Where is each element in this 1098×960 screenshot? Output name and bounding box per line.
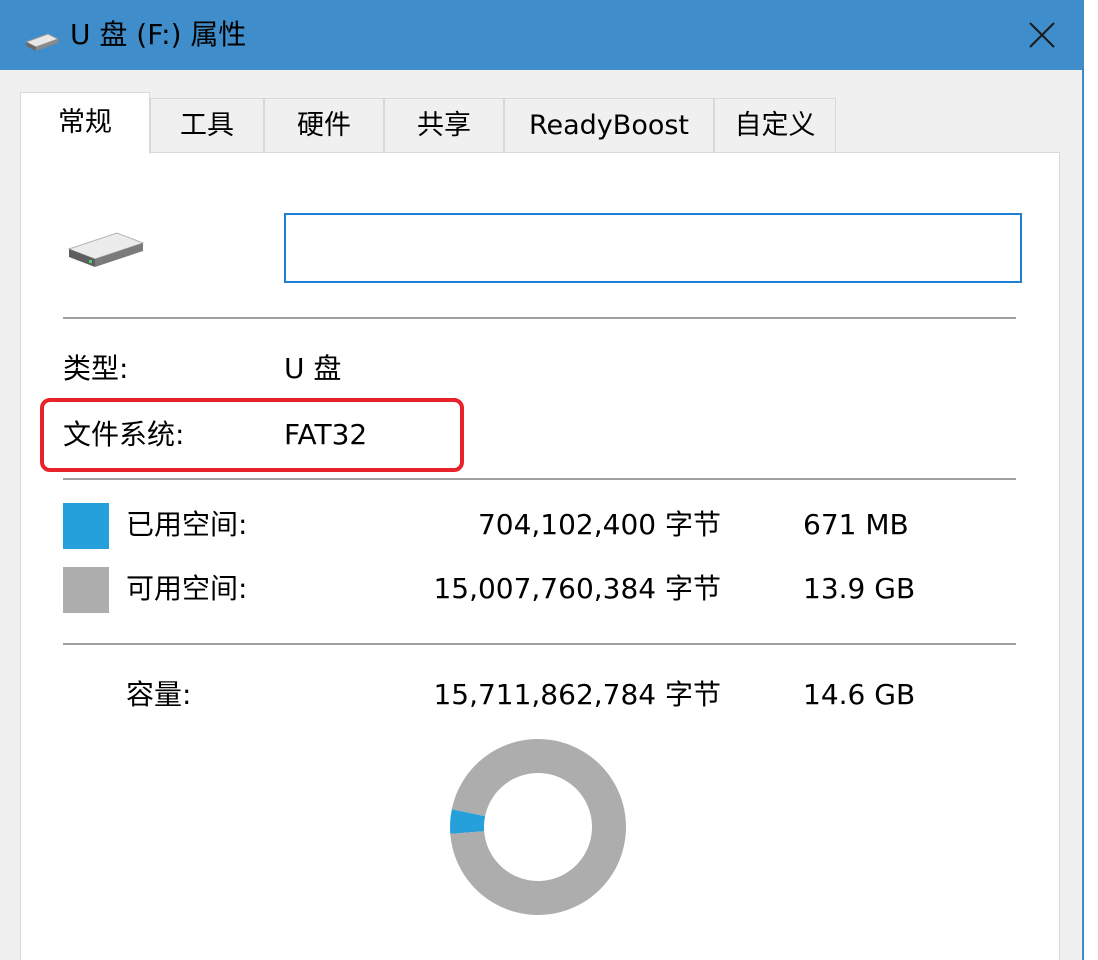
volume-name-input[interactable] xyxy=(284,213,1022,283)
usb-drive-icon xyxy=(24,33,60,51)
type-value: U 盘 xyxy=(284,352,342,385)
tab-tools[interactable]: 工具 xyxy=(150,98,264,152)
tab-customize[interactable]: 自定义 xyxy=(714,98,836,152)
tab-general[interactable]: 常规 xyxy=(20,92,150,154)
free-space-label: 可用空间: xyxy=(126,572,248,605)
divider xyxy=(63,643,1016,645)
tab-strip: 常规 工具 硬件 共享 ReadyBoost 自定义 xyxy=(0,70,1082,154)
divider xyxy=(63,478,1016,480)
usb-drive-icon xyxy=(67,232,145,267)
divider xyxy=(63,317,1016,319)
title-bar[interactable]: U 盘 (F:) 属性 xyxy=(0,0,1082,70)
capacity-bytes: 15,711,862,784 字节 xyxy=(433,678,721,711)
tab-readyboost[interactable]: ReadyBoost xyxy=(504,98,714,152)
close-icon xyxy=(1029,22,1055,48)
tab-sharing[interactable]: 共享 xyxy=(384,98,504,152)
used-space-bytes: 704,102,400 字节 xyxy=(477,508,721,541)
type-label: 类型: xyxy=(63,352,129,385)
free-space-swatch xyxy=(63,567,109,613)
capacity-label: 容量: xyxy=(126,678,192,711)
general-panel: 类型: U 盘 文件系统: FAT32 已用空间: 704,102,400 字节… xyxy=(20,152,1060,960)
free-space-bytes: 15,007,760,384 字节 xyxy=(433,572,721,605)
used-space-size: 671 MB xyxy=(803,508,909,541)
used-space-swatch xyxy=(63,503,109,549)
usage-donut-chart xyxy=(450,739,626,915)
free-space-size: 13.9 GB xyxy=(803,572,916,605)
window-title: U 盘 (F:) 属性 xyxy=(70,18,247,51)
close-button[interactable] xyxy=(1000,0,1082,70)
properties-window: U 盘 (F:) 属性 常规 工具 硬件 共享 ReadyBoost 自定义 类… xyxy=(0,0,1084,960)
annotation-highlight-box xyxy=(40,398,464,472)
used-space-label: 已用空间: xyxy=(126,508,248,541)
tab-hardware[interactable]: 硬件 xyxy=(264,98,384,152)
capacity-size: 14.6 GB xyxy=(803,678,916,711)
